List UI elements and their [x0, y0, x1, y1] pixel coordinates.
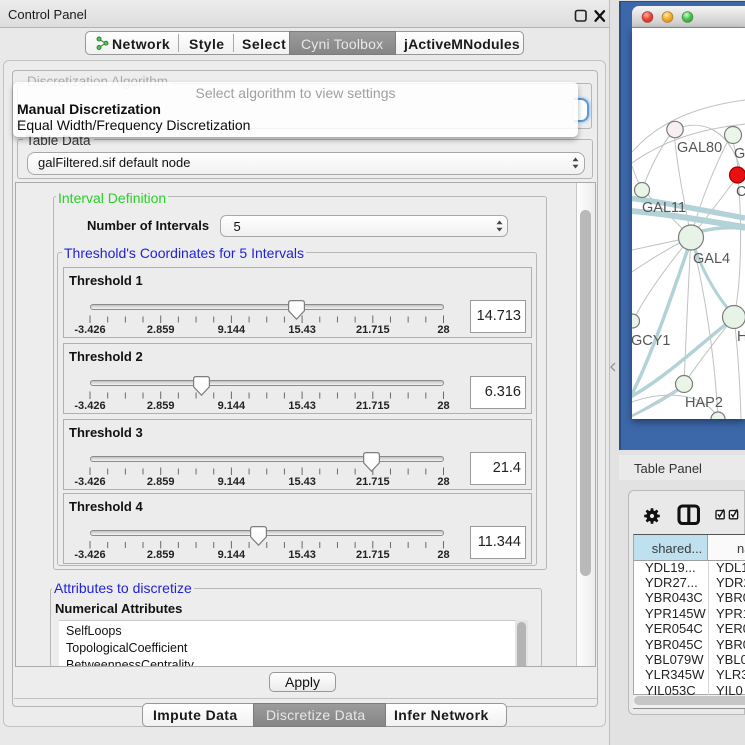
svg-text:GAL4: GAL4	[693, 251, 730, 267]
svg-text:H: H	[737, 329, 745, 345]
svg-text:GAL80: GAL80	[677, 140, 722, 156]
svg-text:GCY1: GCY1	[632, 333, 671, 349]
svg-text:HAP2: HAP2	[685, 395, 723, 411]
svg-text:GA: GA	[734, 146, 745, 162]
svg-text:C: C	[736, 184, 745, 200]
svg-text:GAL11: GAL11	[642, 200, 686, 216]
